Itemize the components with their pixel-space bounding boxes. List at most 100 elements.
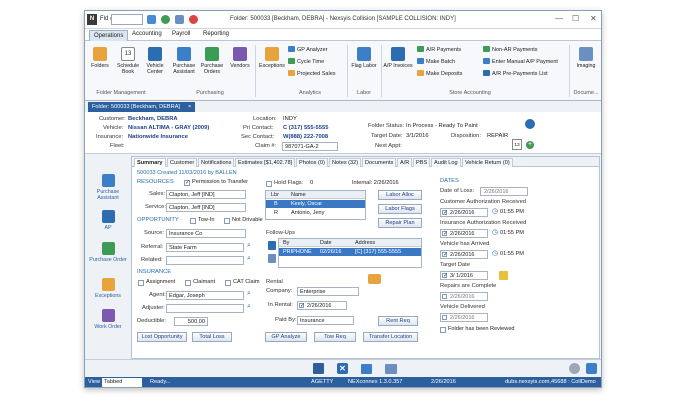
vendors-button[interactable]: Vendors [225,47,255,69]
maximize-button[interactable]: ☐ [572,14,579,23]
tab-payroll[interactable]: Payroll [172,31,190,37]
window-icon[interactable] [175,15,184,24]
table-row[interactable]: B Keely, Oscar [266,200,365,208]
save-icon[interactable] [313,363,324,374]
help-icon[interactable] [189,15,198,24]
rent-req-button[interactable]: Rent Req [378,316,418,326]
claim-field[interactable]: 987071-GA-2 [282,142,338,151]
tab-operations[interactable]: Operations [89,30,129,41]
user-icon[interactable] [586,363,597,374]
vehicle-delivered-checkbox[interactable] [442,315,447,320]
company-select[interactable]: Enterprise [297,287,359,296]
sec-contact-value[interactable]: W(888) 222-7008 [283,134,328,140]
new-followup-icon[interactable] [268,241,276,250]
insurance-value[interactable]: Nationwide Insurance [128,134,188,140]
lost-opportunity-button[interactable]: Lost Opportunity [137,332,187,342]
referral-field[interactable]: State Farm [166,243,244,252]
tab-photos-0[interactable]: Photos (0) [296,158,328,167]
note-icon[interactable] [499,271,508,280]
hold-flags-checkbox[interactable] [266,181,272,187]
tab-estimates-1-402-78[interactable]: Estimates [$1,402.78] [235,158,296,167]
globe-icon[interactable] [161,15,170,24]
sidebar-item-purchase-order[interactable]: Purchase Order [88,242,128,263]
table-row[interactable]: PRIPHONE 02/26/16 [C] (317) 555-5555 [279,248,421,256]
new-document-icon[interactable] [361,364,372,374]
source-select[interactable]: Insurance Co [166,229,246,238]
manual-ap-button[interactable]: Enter Manual A/P Payment [483,58,558,65]
target-checkbox[interactable] [442,272,448,280]
projected-sales-button[interactable]: Projected Sales [288,70,336,77]
repairs-complete-date[interactable]: 2/26/2016 [440,292,488,301]
folder-reviewed-checkbox[interactable] [440,327,446,333]
status-check-icon[interactable] [525,119,535,129]
pri-contact-value[interactable]: C (317) 555-5555 [283,125,328,131]
tow-req-button[interactable]: Tow Req [314,332,356,342]
permission-checkbox[interactable] [184,179,190,186]
labor-flags-button[interactable]: Labor Flags [378,204,422,214]
tab-documents[interactable]: Documents [362,158,397,167]
tab-reporting[interactable]: Reporting [203,31,229,37]
appointment-calendar-icon[interactable]: 13 [512,139,522,150]
sidebar-item-exceptions[interactable]: Exceptions [88,278,128,299]
non-ar-payments-button[interactable]: Non-AR Payments [483,46,538,53]
vehicle-center-button[interactable]: Vehicle Center [140,47,170,75]
vehicle-delivered-date[interactable]: 2/26/2016 [440,313,488,322]
print-icon[interactable] [385,364,397,374]
vehicle-arrived-checkbox[interactable] [442,251,448,259]
purchase-assistant-button[interactable]: Purchase Assistant [169,47,199,75]
ap-invoices-button[interactable]: A/P Invoices [383,47,413,69]
cycle-time-button[interactable]: Cycle Time [288,58,324,65]
close-x-icon[interactable]: ✕ [337,363,348,374]
not-drivable-checkbox[interactable] [224,218,230,224]
customer-value[interactable]: Beckham, DEBRA [128,116,178,122]
repairs-complete-checkbox[interactable] [442,294,447,299]
exceptions-button[interactable]: Exceptions [257,47,287,69]
delete-followup-icon[interactable] [268,254,276,263]
repair-plan-button[interactable]: Repair Plan [378,218,422,228]
tab-audit-log[interactable]: Audit Log [431,158,461,167]
transfer-location-button[interactable]: Transfer Location [363,332,418,342]
claimant-checkbox[interactable] [185,280,191,286]
flag-labor-button[interactable]: Flag Labor [349,47,379,69]
vehicle-arrived-date[interactable]: 2/26/2016 [440,250,488,259]
tab-notifications[interactable]: Notifications [198,158,235,167]
imaging-button[interactable]: Imaging [571,47,601,69]
tab-summary[interactable]: Summary [134,158,166,167]
tab-vehicle-return-0[interactable]: Vehicle Return (0) [462,158,513,167]
search-icon[interactable]: ⌕ [247,255,251,263]
tow-in-checkbox[interactable] [190,218,196,224]
make-deposits-button[interactable]: Make Deposits [417,70,462,77]
tab-customer[interactable]: Customer [167,158,198,167]
vehicle-value[interactable]: Nissan ALTIMA - GRAY (2009) [128,125,209,131]
in-rental-checkbox[interactable] [299,302,305,310]
tab-pbs[interactable]: PBS [413,158,431,167]
sidebar-item-purchase-assistant[interactable]: Purchase Assistant [88,174,128,201]
table-row[interactable]: R Antonio, Jeny [266,209,365,217]
cust-auth-checkbox[interactable] [442,209,448,217]
service-select[interactable]: Clapton, Jeff [IND] [166,203,246,212]
purchase-orders-button[interactable]: Purchase Orders [197,47,227,75]
grid-icon[interactable] [147,15,156,24]
search-icon[interactable]: ⌕ [247,242,251,250]
close-icon[interactable]: × [188,104,191,110]
paid-by-select[interactable]: Insurance [297,316,354,325]
search-icon[interactable]: ⌕ [247,303,251,311]
in-rental-date[interactable]: 2/26/2016 [297,301,347,310]
view-select[interactable]: Tabbed [102,378,142,387]
tab-notes-32[interactable]: Notes (32) [329,158,362,167]
gear-icon[interactable] [569,363,580,374]
adjuster-field[interactable] [166,304,244,313]
ar-payments-button[interactable]: A/R Payments [417,46,461,53]
tab-a-r[interactable]: A/R [397,158,413,167]
date-of-loss-field[interactable]: 2/26/2016 [480,187,528,196]
labor-alloc-button[interactable]: Labor Alloc [378,190,422,200]
cust-auth-date[interactable]: 2/26/2016 [440,208,488,217]
close-button[interactable]: ✕ [590,14,597,23]
folder-doc-tab[interactable]: Folder: 500033 [Beckham, DEBRA] × [88,102,196,112]
ins-auth-date[interactable]: 2/26/2016 [440,229,488,238]
search-icon[interactable]: ⌕ [247,290,251,298]
gp-analyzer-button[interactable]: GP Analyzer [288,46,327,53]
ins-auth-checkbox[interactable] [442,230,448,238]
assignment-checkbox[interactable] [138,280,144,286]
make-batch-button[interactable]: Make Batch [417,58,455,65]
